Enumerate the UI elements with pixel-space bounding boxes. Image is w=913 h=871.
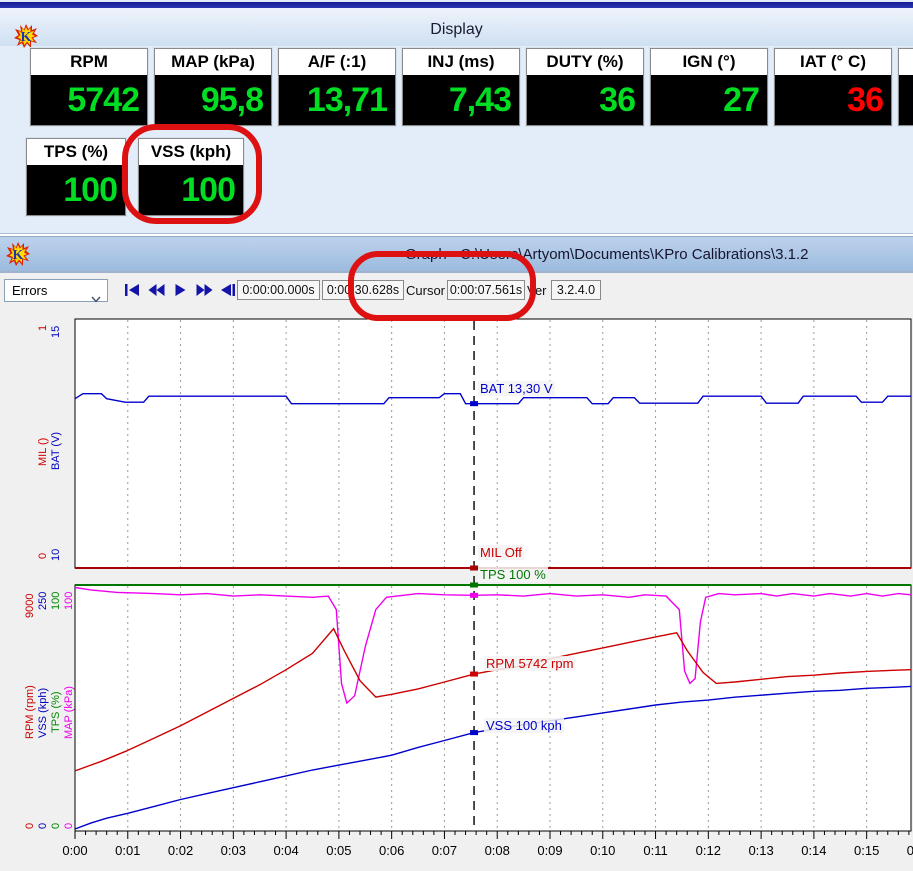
svg-text:0:11: 0:11 <box>643 843 667 858</box>
svg-text:0:12: 0:12 <box>696 843 721 858</box>
svg-text:0:00: 0:00 <box>62 843 87 858</box>
graph-window: K Graph - C:\Users\Artyom\Documents\KPro… <box>0 236 913 871</box>
svg-text:0:13: 0:13 <box>748 843 773 858</box>
kpro-screen: K Display RPM5742MAP (kPa)95,8A/F (:1)13… <box>0 0 913 871</box>
axis-max-map: 100 <box>63 592 75 610</box>
gauge-title: A/F (:1) <box>279 49 395 75</box>
gauge-ign: IGN (°)27 <box>650 48 768 126</box>
svg-text:0:15: 0:15 <box>854 843 879 858</box>
axis-min-bat: 10 <box>50 549 62 561</box>
gauge-value: 36 <box>775 75 891 125</box>
gauge-a-f-1: A/F (:1)13,71 <box>278 48 396 126</box>
axis-min-mil: 0 <box>37 553 49 559</box>
svg-text:0:07: 0:07 <box>432 843 457 858</box>
mil-cursor-value: MIL Off <box>478 545 524 560</box>
axis-min-vss: 0 <box>37 823 49 829</box>
bat-cursor-value: BAT 13,30 V <box>478 381 555 396</box>
gauge-tps: TPS (%)100 <box>26 138 126 216</box>
svg-text:0:08: 0:08 <box>485 843 510 858</box>
gauge-map-kpa: MAP (kPa)95,8 <box>154 48 272 126</box>
gauge-duty: DUTY (%)36 <box>526 48 644 126</box>
svg-text:0:10: 0:10 <box>590 843 615 858</box>
svg-text:0:01: 0:01 <box>115 843 140 858</box>
graph-plot-area[interactable]: 0:00 0:01 0:02 0:03 0:04 0:05 0:06 0:07 0:08 0:09… <box>0 237 913 871</box>
gauge-value: 95,8 <box>155 75 271 125</box>
axis-name-mil: MIL () <box>37 438 49 466</box>
svg-text:0:14: 0:14 <box>801 843 826 858</box>
gauge-title: TPS (%) <box>27 139 125 165</box>
gauge-e: E <box>898 48 913 126</box>
gauge-rpm: RPM5742 <box>30 48 148 126</box>
axis-min-tps: 0 <box>50 823 62 829</box>
gauge-value: 100 <box>27 165 125 215</box>
cursor-time-highlight-annotation <box>348 251 536 321</box>
gauge-value: 7,43 <box>403 75 519 125</box>
gauge-iat-c: IAT (° C)36 <box>774 48 892 126</box>
gauge-value: 13,71 <box>279 75 395 125</box>
axis-max-vss: 250 <box>37 592 49 610</box>
gauge-value: 36 <box>527 75 643 125</box>
axis-min-map: 0 <box>63 823 75 829</box>
axis-min-rpm: 0 <box>24 823 36 829</box>
gauge-value <box>899 75 913 125</box>
vss-highlight-annotation <box>122 124 262 224</box>
axis-name-map: MAP (kPa) <box>63 686 75 739</box>
svg-text:0:09: 0:09 <box>537 843 562 858</box>
gauge-title: DUTY (%) <box>527 49 643 75</box>
gauge-value: 5742 <box>31 75 147 125</box>
axis-name-rpm: RPM (rpm) <box>24 685 36 739</box>
axis-max-tps: 100 <box>50 592 62 610</box>
vss-cursor-value: VSS 100 kph <box>484 718 564 733</box>
gauge-inj-ms: INJ (ms)7,43 <box>402 48 520 126</box>
rpm-cursor-value: RPM 5742 rpm <box>484 656 575 671</box>
display-window-title: Display <box>0 21 913 39</box>
gauge-title: IAT (° C) <box>775 49 891 75</box>
svg-text:0:04: 0:04 <box>273 843 298 858</box>
gauge-title: MAP (kPa) <box>155 49 271 75</box>
gauge-title: INJ (ms) <box>403 49 519 75</box>
svg-text:0:02: 0:02 <box>168 843 193 858</box>
svg-text:0:16: 0:16 <box>907 843 913 858</box>
axis-name-tps: TPS (%) <box>50 691 62 733</box>
display-window: K Display RPM5742MAP (kPa)95,8A/F (:1)13… <box>0 0 913 234</box>
svg-text:0:05: 0:05 <box>326 843 351 858</box>
gauge-title: IGN (°) <box>651 49 767 75</box>
axis-name-vss: VSS (kph) <box>37 688 49 738</box>
axis-max-rpm: 9000 <box>24 594 36 618</box>
gauges-row-1: RPM5742MAP (kPa)95,8A/F (:1)13,71INJ (ms… <box>30 48 913 126</box>
display-titlebar[interactable]: K Display <box>0 8 913 46</box>
gauge-title: E <box>899 49 913 75</box>
gauge-value: 27 <box>651 75 767 125</box>
axis-name-bat: BAT (V) <box>50 432 62 470</box>
gauge-title: RPM <box>31 49 147 75</box>
axis-max-bat: 15 <box>50 326 62 338</box>
svg-text:0:06: 0:06 <box>379 843 404 858</box>
tps-cursor-value: TPS 100 % <box>478 567 548 582</box>
axis-max-mil: 1 <box>37 325 49 331</box>
svg-text:0:03: 0:03 <box>221 843 246 858</box>
